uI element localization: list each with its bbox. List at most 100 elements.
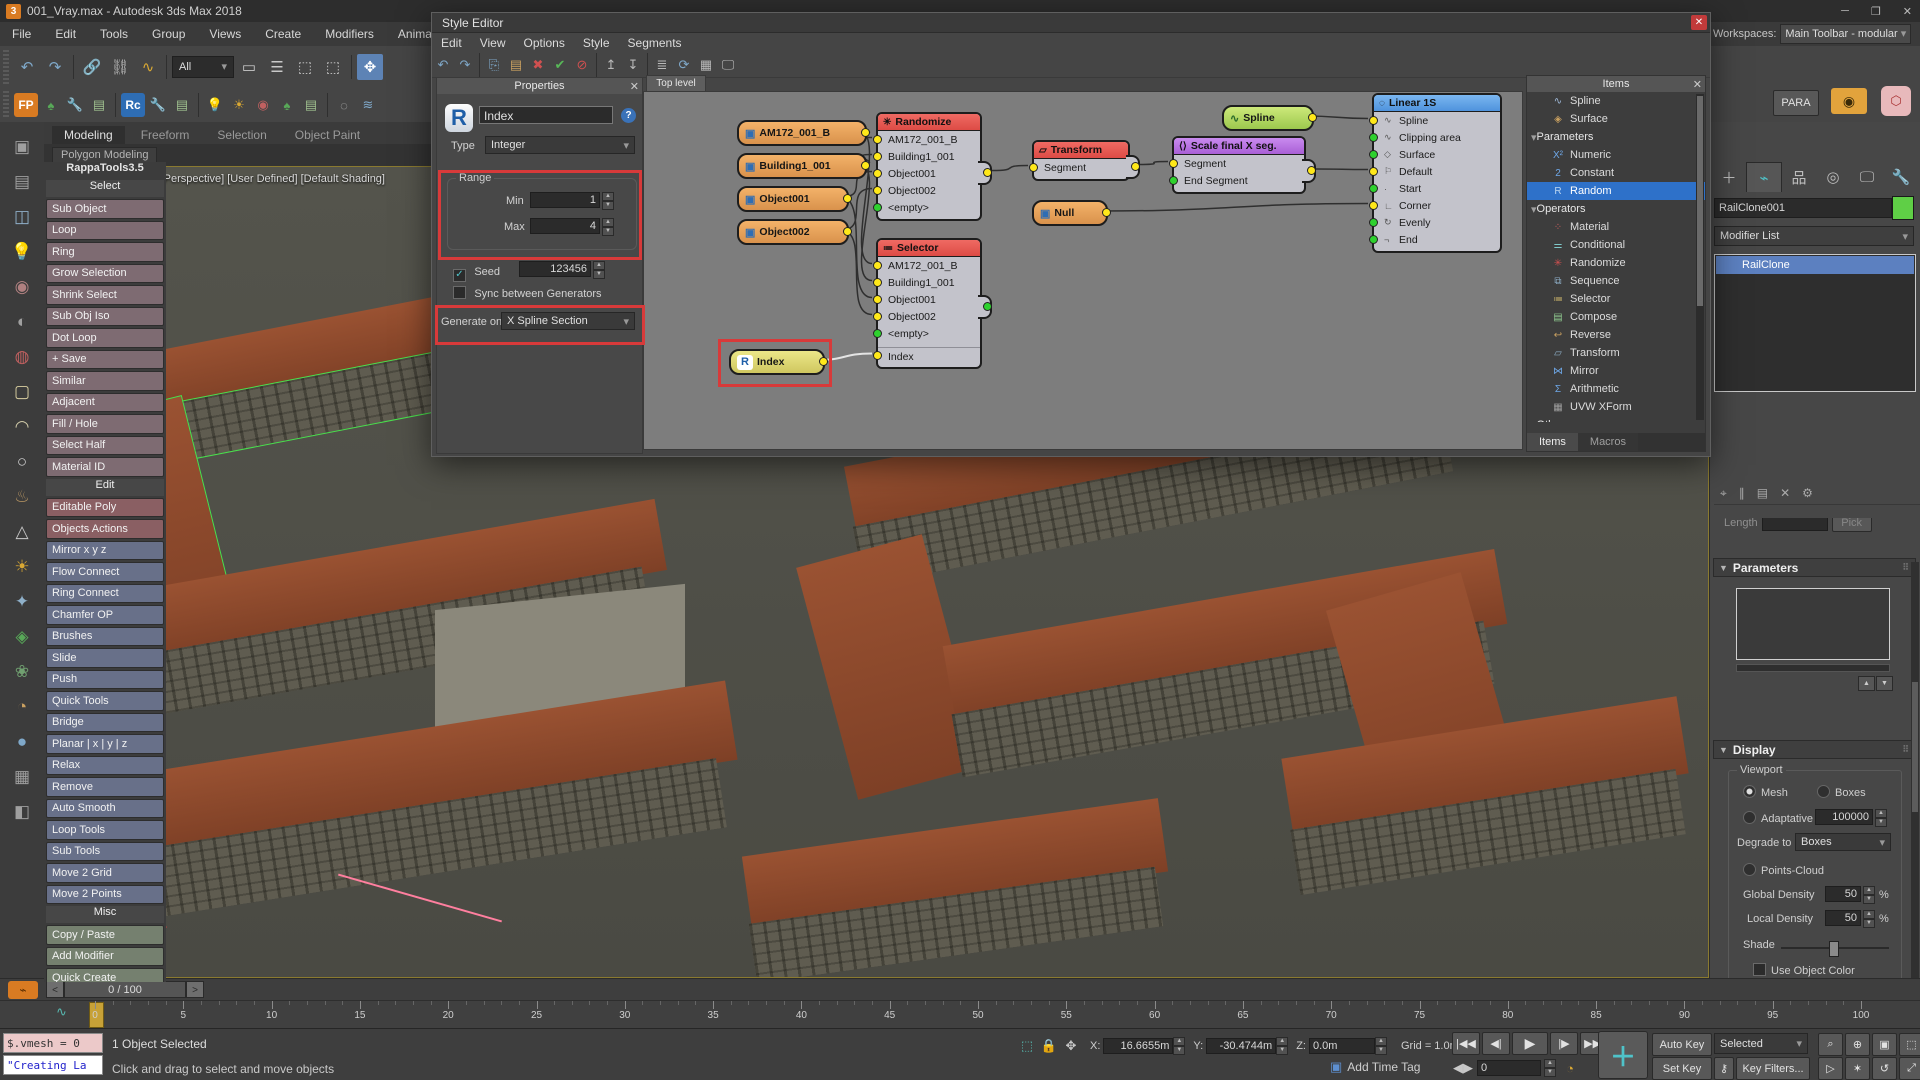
input-port-icon[interactable] [873,203,882,212]
se-menu-options[interactable]: Options [514,36,573,50]
key-mode-toggle-icon[interactable]: ◀▶ [1452,1057,1474,1079]
unlink-icon[interactable]: ⛓ [107,54,133,80]
items-item-conditional[interactable]: ⚌Conditional [1527,236,1705,254]
auto-key-button[interactable]: Auto Key [1652,1033,1712,1056]
top-level-tab[interactable]: Top level [646,75,706,92]
z-coordinate-field[interactable]: 0.0m [1309,1038,1375,1054]
hexagon-plugin-icon[interactable]: ⬡ [1881,86,1911,116]
rappa-button-quick-tools[interactable]: Quick Tools [46,691,164,711]
command-tab-create[interactable]: ＋ [1712,162,1746,192]
output-port-icon[interactable] [1307,166,1316,175]
y-spinner[interactable]: ▲▼ [1276,1037,1288,1055]
redo-icon[interactable]: ↷ [42,54,68,80]
items-tab-macros[interactable]: Macros [1578,433,1638,451]
menu-group[interactable]: Group [140,27,197,41]
adaptative-radio[interactable]: Adaptative [1743,811,1813,825]
items-tab-items[interactable]: Items [1527,433,1578,451]
command-tab-hierarchy[interactable]: 品 [1782,162,1816,192]
frame-spinner[interactable]: ▲▼ [1544,1059,1556,1077]
rappa-button-grow-selection[interactable]: Grow Selection [46,264,164,284]
selection-set-dropdown[interactable]: Selected▾ [1714,1033,1808,1054]
prev-key-button[interactable]: < [46,981,64,998]
viewport-hud-label[interactable]: [+] [Perspective] [User Defined] [Defaul… [145,173,385,185]
max-field[interactable]: 4 [530,218,600,234]
min-spinner[interactable]: ▲▼ [602,192,614,210]
items-item-random[interactable]: RRandom [1527,182,1705,200]
selection-lock-icon[interactable]: 🔒 [1038,1035,1060,1057]
items-item-randomize[interactable]: ✳Randomize [1527,254,1705,272]
input-port-icon[interactable] [873,169,882,178]
circle-tool-icon[interactable]: ◌ [333,94,355,116]
items-item-reverse[interactable]: ↩Reverse [1527,326,1705,344]
zoom-icon[interactable]: ⌕ [1818,1033,1843,1056]
rect-marquee-icon[interactable]: ⬚ [292,54,318,80]
ribbon-tab-freeform[interactable]: Freeform [129,126,202,144]
se-redo-icon[interactable]: ↷ [454,54,476,76]
items-item-uvw-xform[interactable]: ▦UVW XForm [1527,398,1705,416]
rappa-button-objects-actions[interactable]: Objects Actions [46,519,164,539]
paint-select-icon[interactable]: ⬚ [320,54,346,80]
rappa-button-ring[interactable]: Ring [46,242,164,262]
selection-filter-dropdown[interactable]: All▾ [172,56,234,78]
command-panel-scrollbar[interactable] [1911,562,1919,982]
se-export-icon[interactable]: ↥ [600,54,622,76]
rappa-button--save[interactable]: + Save [46,350,164,370]
z-spinner[interactable]: ▲▼ [1375,1037,1387,1055]
rappa-button-remove[interactable]: Remove [46,777,164,797]
mesh-radio[interactable]: Mesh [1743,785,1788,799]
style-editor-close-icon[interactable]: ✕ [1691,15,1707,30]
input-port-icon[interactable] [1029,163,1038,172]
items-scrollbar[interactable] [1696,94,1704,420]
select-by-name-icon[interactable]: ☰ [264,54,290,80]
menu-animation[interactable]: Animation [386,27,431,41]
input-port-icon[interactable] [1369,133,1378,142]
max-spinner[interactable]: ▲▼ [602,218,614,236]
input-port-icon[interactable] [1369,184,1378,193]
modifier-list-dropdown[interactable]: Modifier List▾ [1714,226,1914,246]
input-port-icon[interactable] [1369,218,1378,227]
maxscript-listener-line1[interactable]: $.vmesh = 0 [3,1033,103,1053]
items-item-numeric[interactable]: X²Numeric [1527,146,1705,164]
maxscript-listener-line2[interactable]: "Creating La [3,1055,103,1075]
node-randomize[interactable]: ✳RandomizeAM172_001_BBuilding1_001Object… [876,112,982,221]
set-keys-button[interactable]: ＋ [1598,1031,1648,1079]
items-item-selector[interactable]: ≔Selector [1527,290,1705,308]
left-strip-tool-icon[interactable]: ◠ [9,414,35,440]
rappa-button-bridge[interactable]: Bridge [46,713,164,733]
local-density-field[interactable]: 50 [1825,910,1861,926]
zoom-extents-icon[interactable]: ▣ [1872,1033,1897,1056]
node-object001[interactable]: ▣Object001 [737,186,849,212]
rappa-button-add-modifier[interactable]: Add Modifier [46,947,164,967]
list-icon[interactable]: ▤ [88,94,110,116]
rappa-button-slide[interactable]: Slide [46,648,164,668]
input-port-icon[interactable] [873,135,882,144]
left-strip-tool-icon[interactable]: ◉ [9,274,35,300]
input-port-icon[interactable] [873,329,882,338]
items-group-others[interactable]: ▾ Others [1527,416,1705,422]
left-strip-tool-icon[interactable]: ▣ [9,134,35,160]
use-object-color-checkbox[interactable]: Use Object Color [1753,963,1855,977]
trackbar-filter-icon[interactable]: ∿ [56,1004,67,1020]
camera2-icon[interactable]: ◉ [252,94,274,116]
wrench2-icon[interactable]: 🔧 [147,94,169,116]
rappa-button-material-id[interactable]: Material ID [46,457,164,477]
ribbon-tab-object-paint[interactable]: Object Paint [283,126,372,144]
command-tab-utilities[interactable]: 🔧 [1884,162,1918,192]
boxes-radio[interactable]: Boxes [1817,785,1866,799]
input-port-icon[interactable] [1169,176,1178,185]
polygon-modeling-tab[interactable]: Polygon Modeling [52,147,157,163]
zoom-region-icon[interactable]: ⬚ [1899,1033,1920,1056]
orbit-icon[interactable]: ↺ [1872,1057,1897,1080]
add-time-tag[interactable]: Add Time Tag [1347,1060,1420,1074]
rappa-button-dot-loop[interactable]: Dot Loop [46,328,164,348]
se-menu-segments[interactable]: Segments [619,36,691,50]
rappa-button-auto-smooth[interactable]: Auto Smooth [46,799,164,819]
items-item-mirror[interactable]: ⋈Mirror [1527,362,1705,380]
node-index[interactable]: RIndex [729,349,825,375]
left-strip-tool-icon[interactable]: ▦ [9,764,35,790]
left-strip-tool-icon[interactable]: ☀ [9,554,35,580]
seed-checkbox[interactable]: ✓ Seed [453,264,500,282]
input-port-icon[interactable] [1369,235,1378,244]
min-field[interactable]: 1 [530,192,600,208]
prev-frame-icon[interactable]: ◀| [1482,1032,1510,1055]
